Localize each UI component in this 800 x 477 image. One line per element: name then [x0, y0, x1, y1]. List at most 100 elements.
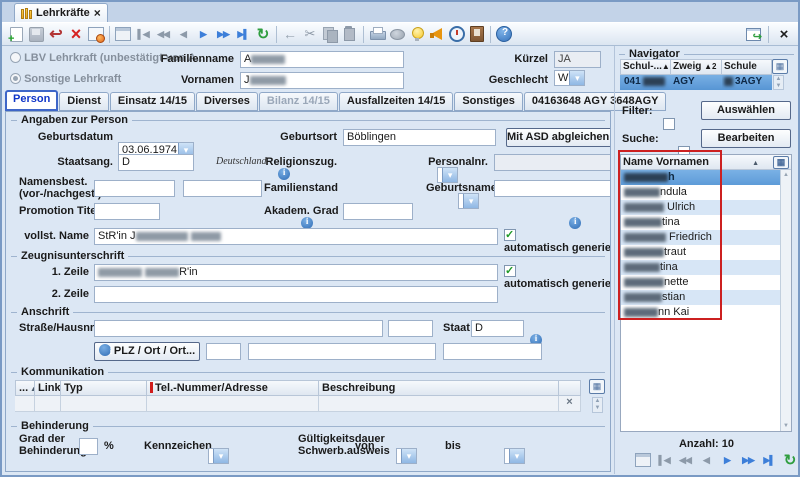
vornamen-field[interactable]: J — [240, 72, 404, 89]
list-item[interactable]: nn Kai — [621, 305, 781, 320]
nav-rewind-icon[interactable]: ◀◀ — [153, 24, 173, 44]
column-picker-icon[interactable] — [589, 379, 605, 394]
komm-col-link[interactable]: Link — [35, 380, 61, 396]
plz-ort-button[interactable]: PLZ / Ort / Ort... — [94, 342, 200, 361]
refresh-icon[interactable] — [780, 450, 800, 470]
export-icon[interactable] — [387, 24, 407, 44]
tab-close-icon[interactable] — [94, 6, 101, 20]
info-icon[interactable] — [278, 168, 290, 180]
form-view-icon[interactable] — [113, 24, 133, 44]
asd-abgleichen-button[interactable]: Mit ASD abgleichen... — [506, 128, 611, 147]
list-scrollbar[interactable]: ▲▼ — [780, 170, 791, 431]
info-icon[interactable] — [569, 217, 581, 229]
list-item[interactable]: Friedrich — [621, 230, 781, 245]
staat-field[interactable]: D — [471, 320, 524, 337]
geburtsort-field[interactable]: Böblingen — [343, 129, 496, 146]
form-view-icon[interactable] — [633, 450, 653, 470]
geburtsname-field[interactable] — [494, 180, 611, 197]
column-picker-icon[interactable] — [772, 59, 788, 74]
komm-cell[interactable] — [319, 396, 559, 412]
filter-checkbox[interactable] — [663, 118, 675, 130]
cut-icon[interactable] — [300, 24, 320, 44]
nav-forward-icon[interactable]: ▶▶ — [213, 24, 233, 44]
komm-col-tel[interactable]: Tel.-Nummer/Adresse — [147, 380, 319, 396]
delete-icon[interactable] — [66, 24, 86, 44]
komm-cell[interactable] — [61, 396, 147, 412]
zeile1-field[interactable]: R'in — [94, 264, 498, 281]
namensbest-nach-field[interactable] — [183, 180, 262, 197]
back-icon[interactable] — [280, 24, 300, 44]
gueltig-bis-select[interactable] — [504, 448, 525, 464]
list-item[interactable]: tina — [621, 260, 781, 275]
tab-diverses[interactable]: Diverses — [196, 92, 258, 111]
list-item[interactable]: ndula — [621, 185, 781, 200]
col-schulnummer[interactable]: Schul-...▲1 — [620, 59, 671, 75]
list-item[interactable]: nette — [621, 275, 781, 290]
komm-cell[interactable] — [35, 396, 61, 412]
akadem-grad-field[interactable] — [343, 203, 413, 220]
auto-generieren-checkbox[interactable] — [504, 265, 516, 277]
delete-row-icon[interactable]: × — [559, 396, 581, 412]
bearbeiten-button[interactable]: Bearbeiten — [701, 129, 791, 148]
help-icon[interactable] — [494, 24, 514, 44]
nav-last-icon[interactable]: ▶▌ — [759, 450, 779, 470]
list-item[interactable]: stian — [621, 290, 781, 305]
kennzeichen-select[interactable] — [208, 448, 229, 464]
religionszug-select[interactable] — [437, 167, 458, 183]
radio-sonstige-lehrkraft[interactable] — [10, 73, 21, 84]
tab-einsatz[interactable]: Einsatz 14/15 — [110, 92, 195, 111]
table-scroll-spinner[interactable]: ▲▼ — [592, 397, 603, 413]
hausnr-field[interactable] — [388, 320, 433, 337]
nav-rewind-icon[interactable]: ◀◀ — [675, 450, 695, 470]
nav-last-icon[interactable]: ▶▌ — [233, 24, 253, 44]
tab-ausfallzeiten[interactable]: Ausfallzeiten 14/15 — [339, 92, 453, 111]
address-book-icon[interactable] — [467, 24, 487, 44]
list-item[interactable]: h — [621, 170, 781, 185]
komm-cell[interactable] — [147, 396, 319, 412]
teacher-list-header[interactable]: Name Vornamen — [621, 155, 791, 170]
tab-dienst[interactable]: Dienst — [59, 92, 109, 111]
grad-behinderung-field[interactable] — [79, 438, 98, 455]
komm-col-beschreibung[interactable]: Beschreibung — [319, 380, 559, 396]
komm-col-expand[interactable]: ... — [15, 380, 35, 396]
strasse-field[interactable] — [94, 320, 383, 337]
komm-cell[interactable] — [15, 396, 35, 412]
hint-bulb-icon[interactable] — [407, 24, 427, 44]
namensbest-vor-field[interactable] — [94, 180, 175, 197]
plz-field[interactable] — [206, 343, 241, 360]
print-icon[interactable] — [367, 24, 387, 44]
auswaehlen-button[interactable]: Auswählen — [701, 101, 791, 120]
refresh-icon[interactable] — [253, 24, 273, 44]
paste-icon[interactable] — [340, 24, 360, 44]
new-record-icon[interactable] — [6, 24, 26, 44]
familienstand-select[interactable] — [458, 193, 479, 209]
list-item[interactable]: Ulrich — [621, 200, 781, 215]
col-schule[interactable]: Schule — [722, 59, 772, 75]
familienname-field[interactable]: A — [240, 51, 404, 68]
tab-person[interactable]: Person — [5, 90, 58, 111]
promotion-titel-field[interactable] — [94, 203, 160, 220]
radio-lbv-lehrkraft[interactable] — [10, 52, 21, 63]
copy-icon[interactable] — [320, 24, 340, 44]
col-zweig[interactable]: Zweig ▲2 — [671, 59, 722, 75]
document-tab-lehrkraefte[interactable]: Lehrkräfte — [14, 3, 108, 22]
ort-field[interactable] — [248, 343, 436, 360]
gueltig-von-select[interactable] — [396, 448, 417, 464]
announcement-horn-icon[interactable] — [427, 24, 447, 44]
nav-forward-icon[interactable]: ▶▶ — [738, 450, 758, 470]
list-item[interactable]: traut — [621, 245, 781, 260]
auto-generieren-checkbox[interactable] — [504, 229, 516, 241]
school-row-selected[interactable]: 041 AGY 3AGY — [620, 75, 772, 90]
save-icon[interactable] — [26, 24, 46, 44]
nav-first-icon[interactable]: ▌◀ — [654, 450, 674, 470]
vollst-name-field[interactable]: StR'in J — [94, 228, 498, 245]
nav-first-icon[interactable]: ▌◀ — [133, 24, 153, 44]
komm-col-typ[interactable]: Typ — [61, 380, 147, 396]
school-row-spinner[interactable]: ▲▼ — [773, 75, 784, 90]
nav-next-icon[interactable]: ▶ — [193, 24, 213, 44]
list-item[interactable]: tina — [621, 215, 781, 230]
nav-prev-icon[interactable]: ◀ — [173, 24, 193, 44]
nav-next-icon[interactable]: ▶ — [717, 450, 737, 470]
column-picker-icon[interactable] — [773, 156, 789, 169]
reminder-clock-icon[interactable] — [447, 24, 467, 44]
